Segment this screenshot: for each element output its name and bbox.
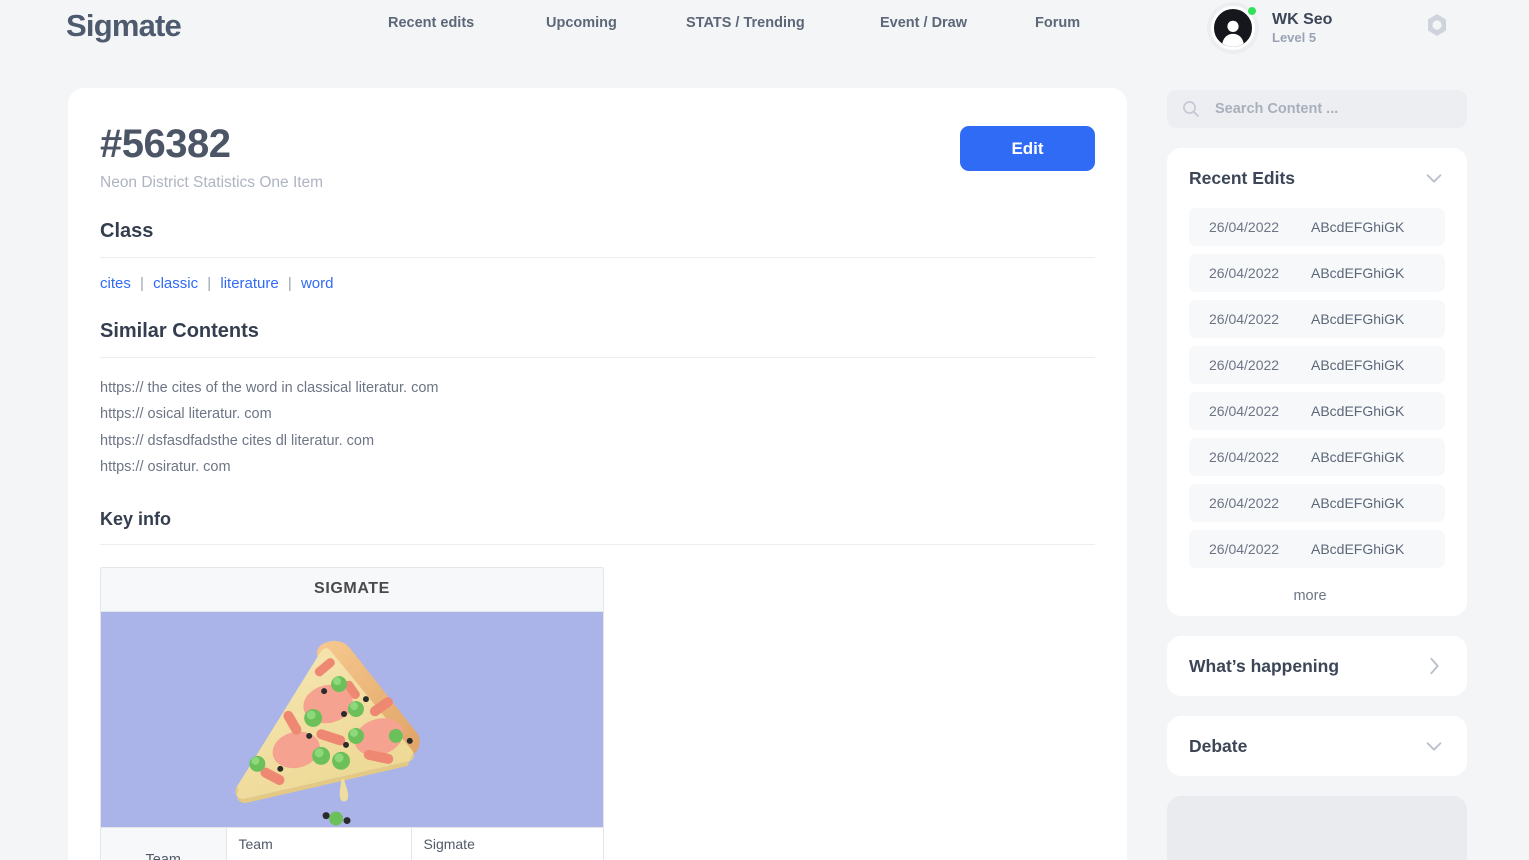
class-separator: |: [140, 275, 144, 292]
table-cell-value: Sigmate: [411, 827, 603, 860]
edit-date: 26/04/2022: [1189, 449, 1311, 465]
list-item[interactable]: 26/04/2022 ABcdEFGhiGK: [1189, 438, 1445, 476]
recent-edits-header[interactable]: Recent Edits: [1189, 148, 1445, 208]
similar-contents-title: Similar Contents: [100, 320, 1095, 343]
whats-happening-panel: What’s happening: [1167, 636, 1467, 696]
edit-date: 26/04/2022: [1189, 265, 1311, 281]
user-name: WK Seo: [1272, 10, 1332, 30]
more-link[interactable]: more: [1189, 576, 1445, 616]
debate-title: Debate: [1189, 736, 1247, 757]
nav-item-stats-trending[interactable]: STATS / Trending: [686, 15, 880, 31]
key-info-divider: [100, 544, 1095, 545]
class-links: cites | classic | literature | word: [100, 275, 1095, 292]
key-info-table: Team Team Sigmate History Launch on Sept…: [101, 827, 603, 860]
person-icon: [1218, 17, 1248, 47]
key-info-card-header: SIGMATE: [101, 568, 603, 612]
debate-header[interactable]: Debate: [1189, 716, 1445, 776]
class-link-word[interactable]: word: [301, 275, 334, 292]
class-link-cites[interactable]: cites: [100, 275, 131, 292]
search-bar[interactable]: [1167, 90, 1467, 128]
list-item[interactable]: 26/04/2022 ABcdEFGhiGK: [1189, 484, 1445, 522]
class-separator: |: [288, 275, 292, 292]
placeholder-panel: [1167, 796, 1467, 860]
whats-happening-title: What’s happening: [1189, 656, 1339, 677]
debate-panel: Debate: [1167, 716, 1467, 776]
nav-item-upcoming[interactable]: Upcoming: [546, 15, 686, 31]
edit-name: ABcdEFGhiGK: [1311, 449, 1404, 465]
online-status-dot: [1247, 6, 1257, 16]
page-subtitle: Neon District Statistics One Item: [100, 174, 323, 192]
similar-contents-divider: [100, 357, 1095, 358]
edit-date: 26/04/2022: [1189, 357, 1311, 373]
edit-name: ABcdEFGhiGK: [1311, 495, 1404, 511]
title-group: #56382 Neon District Statistics One Item: [100, 122, 323, 192]
edit-name: ABcdEFGhiGK: [1311, 311, 1404, 327]
search-input[interactable]: [1215, 101, 1453, 117]
class-link-literature[interactable]: literature: [220, 275, 278, 292]
list-item[interactable]: 26/04/2022 ABcdEFGhiGK: [1189, 300, 1445, 338]
search-icon: [1181, 99, 1201, 119]
nav-item-event-draw[interactable]: Event / Draw: [880, 15, 1035, 31]
list-item[interactable]: 26/04/2022 ABcdEFGhiGK: [1189, 346, 1445, 384]
pizza-slice-illustration: [101, 612, 603, 827]
recent-edits-title: Recent Edits: [1189, 168, 1295, 189]
right-sidebar: Recent Edits 26/04/2022 ABcdEFGhiGK 26/0…: [1167, 90, 1467, 860]
user-meta: WK Seo Level 5: [1272, 10, 1332, 46]
edit-date: 26/04/2022: [1189, 495, 1311, 511]
whats-happening-header[interactable]: What’s happening: [1189, 636, 1445, 696]
edit-name: ABcdEFGhiGK: [1311, 219, 1404, 235]
avatar[interactable]: [1207, 2, 1259, 54]
edit-date: 26/04/2022: [1189, 219, 1311, 235]
list-item[interactable]: https:// the cites of the word in classi…: [100, 375, 1095, 401]
chevron-down-icon[interactable]: [1423, 735, 1445, 757]
user-profile[interactable]: WK Seo Level 5: [1207, 2, 1332, 54]
similar-contents-list: https:// the cites of the word in classi…: [100, 375, 1095, 481]
page-title: #56382: [100, 122, 323, 166]
list-item[interactable]: https:// osiratur. com: [100, 454, 1095, 480]
key-info-title: Key info: [100, 509, 1095, 530]
chevron-down-icon[interactable]: [1423, 167, 1445, 189]
recent-edits-list: 26/04/2022 ABcdEFGhiGK 26/04/2022 ABcdEF…: [1189, 208, 1445, 568]
class-section-title: Class: [100, 220, 1095, 243]
table-cell-group: Team: [101, 827, 226, 860]
gear-icon[interactable]: [1422, 10, 1452, 40]
app-root: Sigmate Recent edits Upcoming STATS / Tr…: [0, 0, 1529, 860]
edit-name: ABcdEFGhiGK: [1311, 265, 1404, 281]
main-nav: Recent edits Upcoming STATS / Trending E…: [388, 15, 1115, 31]
brand-logo[interactable]: Sigmate: [66, 8, 181, 44]
table-row: Team Team Sigmate: [101, 827, 603, 860]
list-item[interactable]: https:// dsfasdfadsthe cites dl literatu…: [100, 428, 1095, 454]
edit-name: ABcdEFGhiGK: [1311, 403, 1404, 419]
edit-date: 26/04/2022: [1189, 403, 1311, 419]
list-item[interactable]: 26/04/2022 ABcdEFGhiGK: [1189, 392, 1445, 430]
list-item[interactable]: https:// osical literatur. com: [100, 401, 1095, 427]
user-level: Level 5: [1272, 30, 1332, 46]
key-info-card: SIGMATE: [100, 567, 604, 860]
nav-item-forum[interactable]: Forum: [1035, 15, 1115, 31]
gear-icon-glyph: [1422, 10, 1452, 40]
edit-name: ABcdEFGhiGK: [1311, 541, 1404, 557]
table-cell-key: Team: [226, 827, 411, 860]
list-item[interactable]: 26/04/2022 ABcdEFGhiGK: [1189, 530, 1445, 568]
recent-edits-panel: Recent Edits 26/04/2022 ABcdEFGhiGK 26/0…: [1167, 148, 1467, 616]
content-card: #56382 Neon District Statistics One Item…: [68, 88, 1127, 860]
class-link-classic[interactable]: classic: [153, 275, 198, 292]
list-item[interactable]: 26/04/2022 ABcdEFGhiGK: [1189, 208, 1445, 246]
content-header: #56382 Neon District Statistics One Item…: [100, 122, 1095, 192]
top-navigation-bar: Sigmate Recent edits Upcoming STATS / Tr…: [0, 0, 1529, 56]
nav-item-recent-edits[interactable]: Recent edits: [388, 15, 546, 31]
list-item[interactable]: 26/04/2022 ABcdEFGhiGK: [1189, 254, 1445, 292]
chevron-right-icon[interactable]: [1423, 655, 1445, 677]
pizza-slice-image: [101, 612, 603, 827]
class-separator: |: [207, 275, 211, 292]
edit-button[interactable]: Edit: [960, 126, 1095, 171]
edit-date: 26/04/2022: [1189, 541, 1311, 557]
edit-name: ABcdEFGhiGK: [1311, 357, 1404, 373]
edit-date: 26/04/2022: [1189, 311, 1311, 327]
class-divider: [100, 257, 1095, 258]
